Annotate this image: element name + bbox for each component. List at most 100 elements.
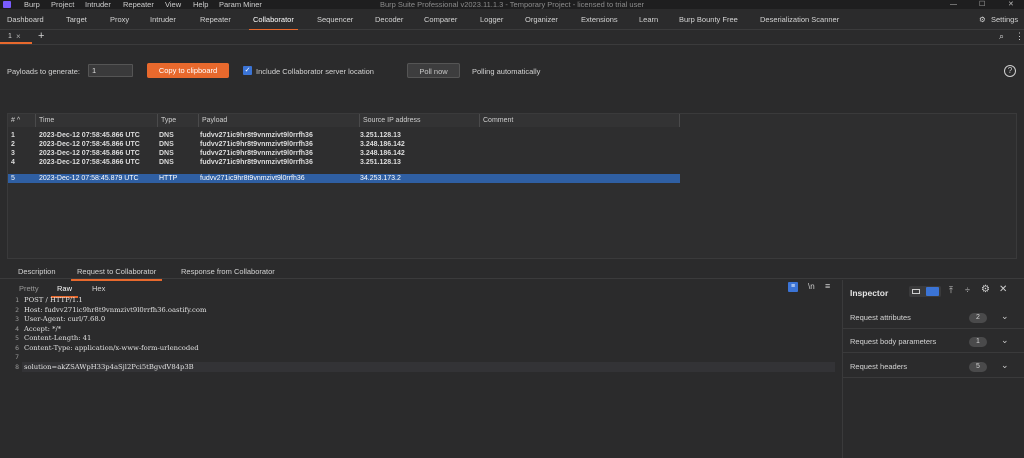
col-header-number[interactable]: # ^ [8,114,36,127]
include-server-checkbox[interactable]: ✓ [243,66,252,75]
polling-status: Polling automatically [472,67,541,76]
detail-panel: Description Request to Collaborator Resp… [0,263,1024,458]
tab-proxy[interactable]: Proxy [110,15,129,24]
help-icon[interactable]: ? [1004,65,1016,77]
copy-to-clipboard-button[interactable]: Copy to clipboard [147,63,229,78]
expand-all-icon[interactable]: ⤒ [949,285,953,296]
cell-time: 2023-Dec-12 07:58:45.866 UTC [39,159,140,166]
tab-intruder[interactable]: Intruder [150,15,176,24]
layout-right-icon[interactable] [926,287,939,296]
cell-number: 3 [11,150,15,157]
wrap-lines-icon[interactable]: ≡ [788,282,798,292]
line-number: 1 [15,296,19,304]
tab-extensions[interactable]: Extensions [581,15,618,24]
table-row[interactable]: 1 2023-Dec-12 07:58:45.866 UTC DNS fudvv… [8,131,680,140]
inspector-request-body-parameters[interactable]: Request body parameters 1 ⌄ [843,331,1024,353]
detail-tabs: Description Request to Collaborator Resp… [0,263,1024,281]
cell-source-ip: 3.251.128.13 [360,132,401,139]
cell-payload: fudvv271ic9hr8t9vnmzivt9l0rrfh36 [200,159,313,166]
newline-toggle-icon[interactable]: \n [808,282,815,291]
cell-type: DNS [159,150,174,157]
tab-description[interactable]: Description [18,267,56,276]
cell-type: DNS [159,132,174,139]
editor-menu-icon[interactable]: ≡ [825,281,830,291]
tab-dashboard[interactable]: Dashboard [7,15,44,24]
cell-source-ip: 3.251.128.13 [360,159,401,166]
line-number: 6 [15,343,19,352]
search-icon[interactable]: ⌕ [999,31,1004,42]
cell-type: DNS [159,141,174,148]
collapse-all-icon[interactable]: ÷ [965,285,970,295]
tab-response-from-collaborator[interactable]: Response from Collaborator [181,267,275,276]
cell-number: 1 [11,132,15,139]
add-tab-icon[interactable]: + [38,30,44,42]
close-window-icon[interactable]: ✕ [1008,0,1014,9]
col-header-type[interactable]: Type [158,114,199,127]
header-content-length: Content-Length: 41 [24,334,92,342]
inspector-request-attributes[interactable]: Request attributes 2 ⌄ [843,307,1024,329]
tab-organizer[interactable]: Organizer [525,15,558,24]
cell-payload: fudvv271ic9hr8t9vnmzivt9l0rrfh36 [200,132,313,139]
title-bar: Burp Project Intruder Repeater View Help… [0,0,1024,9]
request-line: POST / HTTP/1.1 [24,296,83,304]
tab-decoder[interactable]: Decoder [375,15,403,24]
table-row[interactable]: 2 2023-Dec-12 07:58:45.866 UTC DNS fudvv… [8,140,680,149]
tab-collaborator[interactable]: Collaborator [249,15,298,31]
cell-payload: fudvv271ic9hr8t9vnmzivt9l0rrfh36 [200,141,313,148]
col-header-source-ip[interactable]: Source IP address [360,114,480,127]
main-tabs: Dashboard Target Proxy Intruder Repeater… [0,9,1024,31]
header-host: Host: fudvv271ic9hr8t9vnmzivt9l0rrfh36.o… [24,305,207,314]
tab-target[interactable]: Target [66,15,87,24]
poll-now-button[interactable]: Poll now [407,63,460,78]
settings-link[interactable]: Settings [991,15,1018,24]
inspector-settings-icon[interactable]: ⚙ [981,284,990,295]
cell-source-ip: 3.248.186.142 [360,141,405,148]
view-tabs: Pretty Raw Hex ≡ \n ≡ [0,280,840,298]
settings-gear-icon[interactable]: ⚙ [979,15,986,24]
chevron-down-icon[interactable]: ⌄ [1001,360,1009,371]
tab-pretty[interactable]: Pretty [19,284,39,293]
tab-request-to-collaborator[interactable]: Request to Collaborator [70,267,163,281]
section-label: Request body parameters [850,337,937,346]
count-badge: 1 [969,337,987,347]
subtab-1[interactable]: 1 × [0,30,32,44]
line-number: 3 [15,315,19,323]
tab-burp-bounty-free[interactable]: Burp Bounty Free [679,15,738,24]
close-inspector-icon[interactable]: ✕ [999,284,1007,295]
col-header-time[interactable]: Time [36,114,158,127]
table-row-selected[interactable]: 5 2023-Dec-12 07:58:45.879 UTC HTTP fudv… [8,174,680,183]
table-row[interactable]: 4 2023-Dec-12 07:58:45.866 UTC DNS fudvv… [8,158,680,167]
cell-number: 2 [11,141,15,148]
collaborator-subtabs: 1 × + ⌕ ⋮ [0,30,1024,45]
header-content-type: Content-Type: application/x-www-form-url… [24,343,199,352]
window-title: Burp Suite Professional v2023.11.1.3 - T… [379,0,645,9]
tab-learn[interactable]: Learn [639,15,658,24]
layout-toggle[interactable] [909,286,941,297]
tab-hex[interactable]: Hex [92,284,105,293]
maximize-icon[interactable]: ☐ [979,0,985,9]
cell-type: HTTP [159,175,178,182]
line-number: 7 [15,353,19,361]
chevron-down-icon[interactable]: ⌄ [1001,335,1009,346]
chevron-down-icon[interactable]: ⌄ [1001,311,1009,322]
table-row[interactable]: 3 2023-Dec-12 07:58:45.866 UTC DNS fudvv… [8,149,680,158]
cell-number: 5 [11,175,15,182]
col-header-comment[interactable]: Comment [480,114,680,127]
line-number: 8 [15,362,19,371]
request-editor[interactable]: 1 POST / HTTP/1.1 2 Host: fudvv271ic9hr8… [0,296,840,458]
tab-deserialization-scanner[interactable]: Deserialization Scanner [760,15,839,24]
close-tab-icon[interactable]: × [16,32,21,41]
tab-raw[interactable]: Raw [50,284,79,298]
tab-sequencer[interactable]: Sequencer [317,15,353,24]
minimize-icon[interactable]: — [950,0,957,9]
cell-time: 2023-Dec-12 07:58:45.866 UTC [39,141,140,148]
tab-repeater[interactable]: Repeater [200,15,231,24]
payloads-count-input[interactable]: 1 [88,64,133,77]
layout-left-icon[interactable] [912,289,920,294]
line-number: 2 [15,305,19,314]
tab-comparer[interactable]: Comparer [424,15,457,24]
col-header-payload[interactable]: Payload [199,114,360,127]
more-options-icon[interactable]: ⋮ [1015,31,1024,42]
tab-logger[interactable]: Logger [480,15,503,24]
inspector-request-headers[interactable]: Request headers 5 ⌄ [843,356,1024,378]
